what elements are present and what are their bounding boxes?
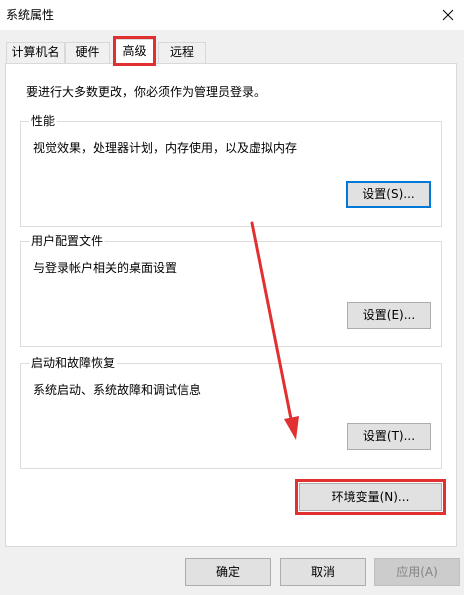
user-profiles-settings-button[interactable]: 设置(E)...: [347, 302, 431, 329]
ok-button[interactable]: 确定: [185, 558, 271, 586]
apply-button[interactable]: 应用(A): [374, 558, 460, 586]
startup-recovery-group-title: 启动和故障恢复: [29, 355, 118, 371]
performance-group: 性能 视觉效果，处理器计划，内存使用，以及虚拟内存: [20, 113, 442, 227]
user-profiles-description: 与登录帐户相关的桌面设置: [33, 261, 178, 275]
startup-recovery-description: 系统启动、系统故障和调试信息: [33, 383, 202, 397]
admin-notice: 要进行大多数更改，你必须作为管理员登录。: [26, 85, 267, 99]
window-title: 系统属性: [6, 8, 55, 22]
environment-variables-highlight: [295, 479, 446, 515]
performance-description: 视觉效果，处理器计划，内存使用，以及虚拟内存: [33, 141, 298, 155]
user-profiles-group: 用户配置文件 与登录帐户相关的桌面设置: [20, 233, 442, 347]
tab-hardware[interactable]: 硬件: [65, 42, 110, 63]
tab-remote[interactable]: 远程: [158, 42, 206, 63]
tab-computer-name[interactable]: 计算机名: [6, 42, 65, 63]
cancel-button[interactable]: 取消: [280, 558, 366, 586]
performance-group-title: 性能: [29, 113, 58, 129]
performance-settings-button[interactable]: 设置(S)...: [346, 181, 431, 208]
startup-recovery-settings-button[interactable]: 设置(T)...: [347, 423, 431, 450]
startup-recovery-group: 启动和故障恢复 系统启动、系统故障和调试信息: [20, 355, 442, 469]
advanced-tab-highlight: [113, 36, 156, 66]
close-icon[interactable]: [436, 3, 460, 27]
user-profiles-group-title: 用户配置文件: [29, 233, 106, 249]
title-bar: 系统属性: [0, 0, 464, 30]
